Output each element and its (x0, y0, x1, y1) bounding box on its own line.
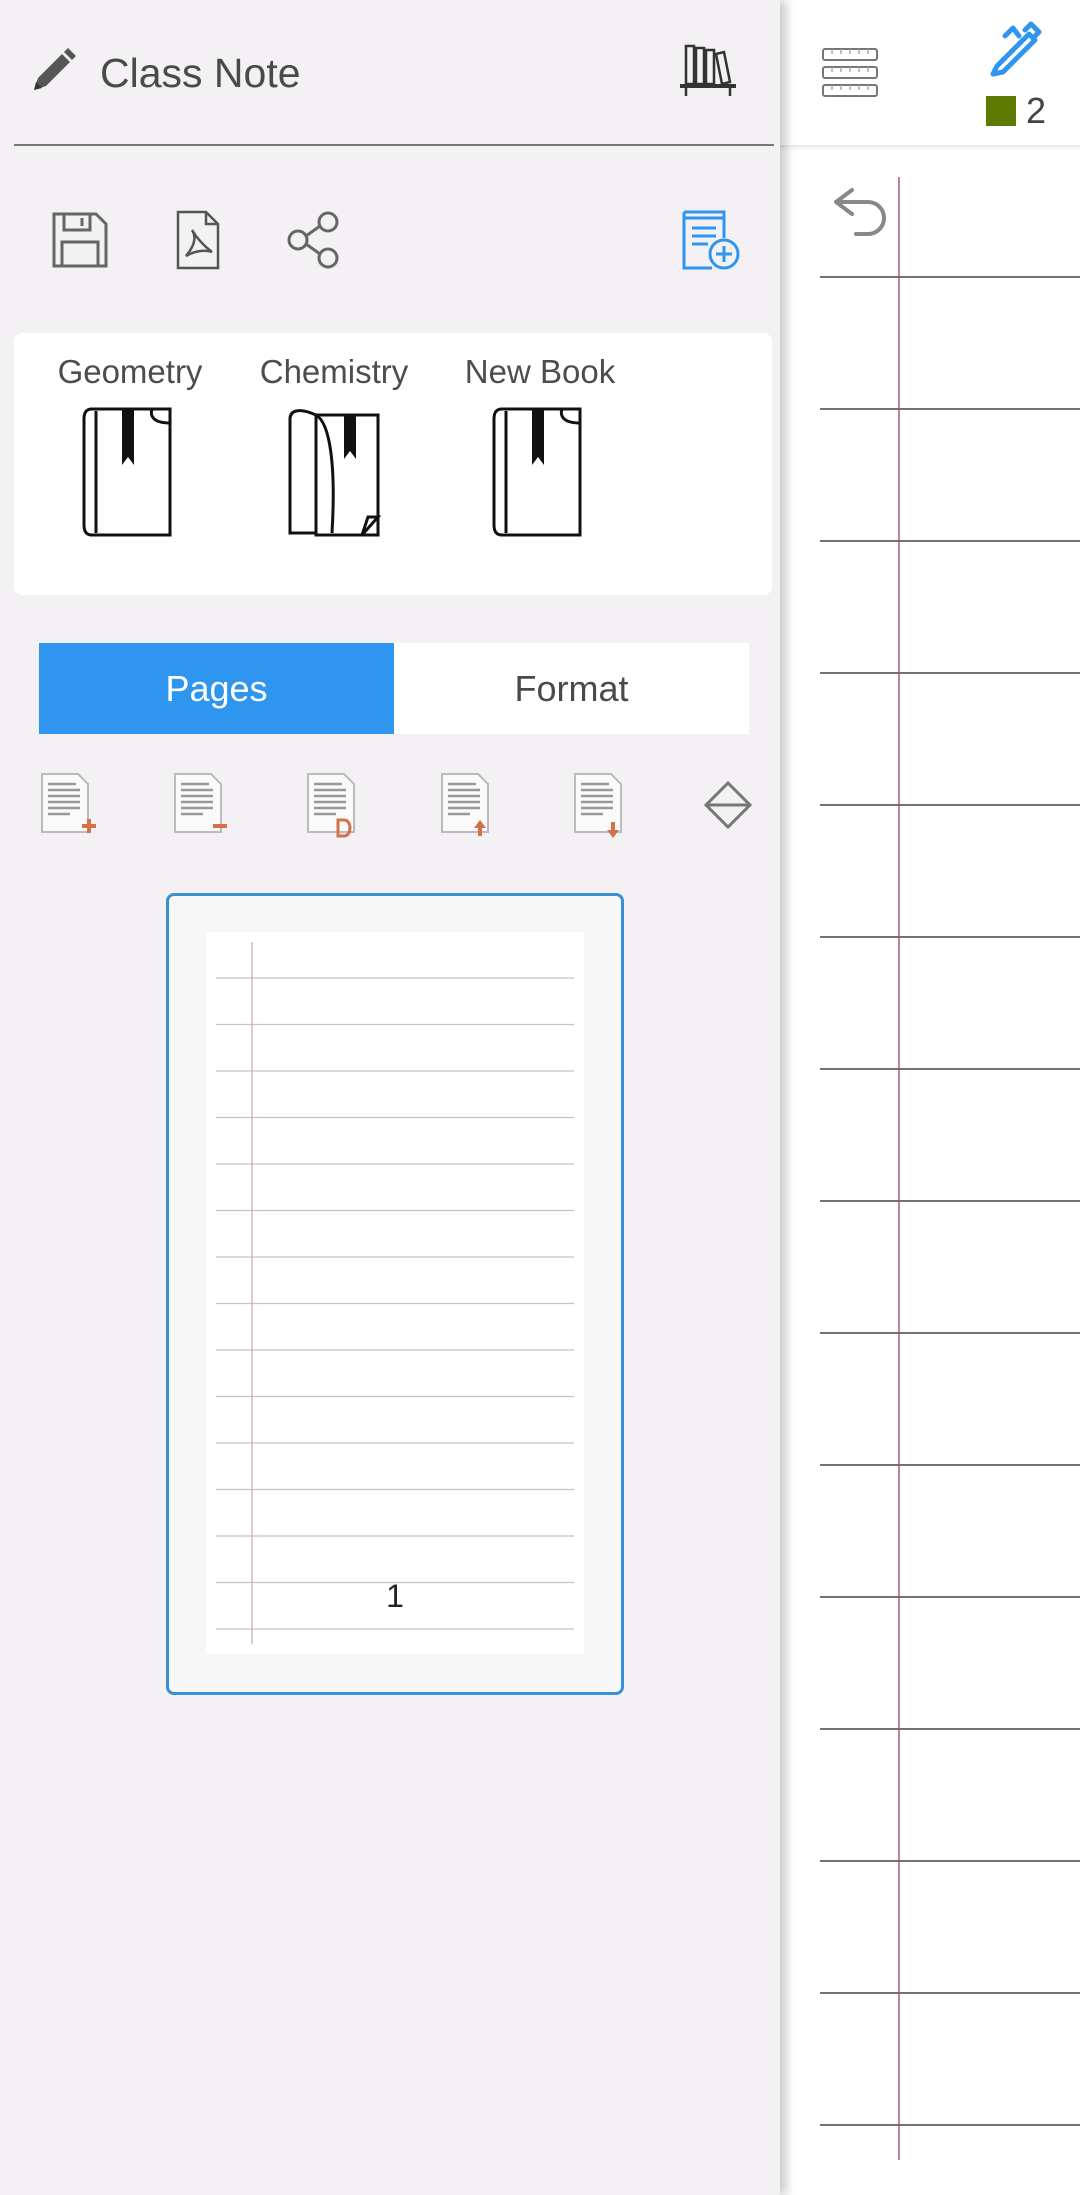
delete-page-icon[interactable] (173, 772, 229, 842)
closed-book-icon (82, 407, 172, 537)
note-toolbar: 2 (780, 0, 1080, 147)
app-title: Class Note (100, 50, 301, 96)
move-page-up-icon[interactable] (440, 772, 496, 842)
new-notebook-icon[interactable] (678, 208, 742, 272)
ruler-menu-icon[interactable] (820, 45, 880, 101)
open-book-icon (288, 409, 382, 537)
notebook-drawer: Class Note Geometry Chemistry New Book P… (0, 0, 780, 2195)
book-title: New Book (464, 353, 616, 390)
pen-size-value[interactable]: 2 (1026, 90, 1046, 132)
tab-pages[interactable]: Pages (39, 643, 394, 734)
book-item[interactable]: Geometry (30, 353, 230, 537)
expand-icon[interactable] (703, 780, 753, 830)
book-title: Geometry (57, 353, 203, 390)
pen-color-swatch[interactable] (986, 96, 1016, 126)
duplicate-page-icon[interactable] (306, 772, 362, 842)
add-page-icon[interactable] (40, 772, 96, 842)
pen-tool-icon[interactable] (985, 18, 1045, 78)
page-number: 1 (386, 1578, 404, 1614)
share-icon[interactable] (284, 210, 344, 270)
book-title: Chemistry (259, 353, 409, 390)
move-page-down-icon[interactable] (573, 772, 629, 842)
page-thumbnail[interactable]: 1 (166, 893, 624, 1695)
drawer-tabs: Pages Format (39, 643, 749, 734)
note-canvas-area[interactable]: 2 (780, 0, 1080, 2195)
edit-pencil-icon (34, 48, 76, 90)
page-thumbnail-paper (206, 932, 584, 1654)
header-divider (14, 144, 774, 146)
bookshelf-library-icon[interactable] (678, 40, 738, 100)
drawer-header: Class Note (0, 0, 780, 146)
book-item[interactable]: New Book (440, 353, 640, 537)
closed-book-icon (492, 407, 582, 537)
book-item[interactable]: Chemistry (234, 353, 434, 537)
pdf-export-icon[interactable] (168, 210, 228, 270)
undo-icon[interactable] (830, 178, 894, 242)
save-icon[interactable] (50, 210, 110, 270)
books-panel: Geometry Chemistry New Book (14, 333, 772, 595)
tab-format[interactable]: Format (394, 643, 749, 734)
ruled-note-paper[interactable] (820, 175, 1080, 2165)
